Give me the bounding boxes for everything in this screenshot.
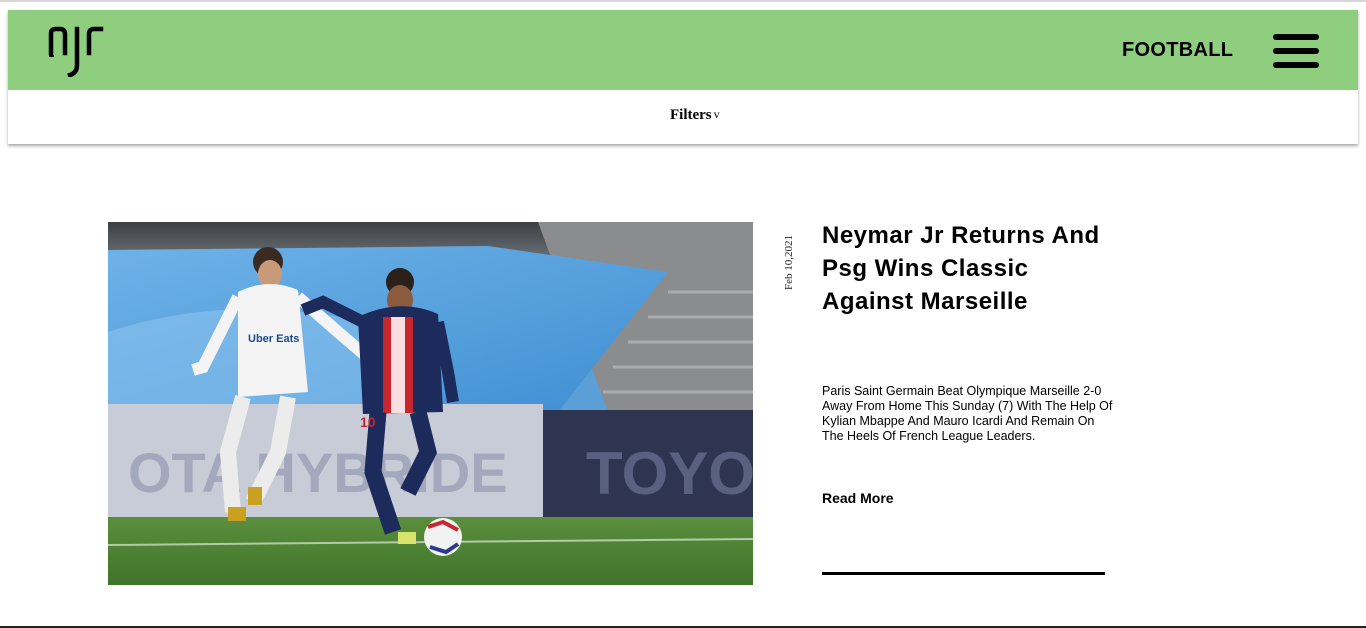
top-border <box>0 0 1366 2</box>
jersey-number-text: 10 <box>360 414 376 430</box>
football-match-photo: OTA HYBRIDE TOYO Uber Eats 10 <box>108 222 753 585</box>
football-ball <box>424 518 462 556</box>
read-more-underline <box>822 572 1105 575</box>
jersey-sponsor-text: Uber Eats <box>248 333 299 345</box>
ad-board-left-text: OTA HYBRIDE <box>128 441 508 504</box>
read-more-link[interactable]: Read More <box>822 490 894 506</box>
filters-bar: Filters v <box>8 90 1358 144</box>
hamburger-line <box>1273 48 1319 54</box>
article-date: Feb 10,2021 <box>783 235 795 290</box>
header-bar: FOOTBALL <box>8 10 1358 90</box>
article-image[interactable]: OTA HYBRIDE TOYO Uber Eats 10 <box>108 222 753 585</box>
nav-football-link[interactable]: FOOTBALL <box>1122 39 1233 62</box>
article-excerpt: Paris Saint Germain Beat Olympique Marse… <box>822 384 1113 443</box>
chevron-down-icon: v <box>713 107 720 121</box>
njr-logo-icon[interactable] <box>48 25 104 77</box>
hamburger-line <box>1273 62 1319 68</box>
filters-label: Filters <box>670 107 712 123</box>
hamburger-line <box>1273 34 1319 40</box>
filters-dropdown[interactable]: Filters v <box>670 107 720 124</box>
article-title[interactable]: Neymar Jr Returns And Psg Wins Classic A… <box>822 219 1122 318</box>
hamburger-menu-icon[interactable] <box>1273 34 1319 68</box>
ad-board-right-text: TOYO <box>586 440 753 507</box>
site-header: FOOTBALL Filters v <box>8 10 1358 144</box>
